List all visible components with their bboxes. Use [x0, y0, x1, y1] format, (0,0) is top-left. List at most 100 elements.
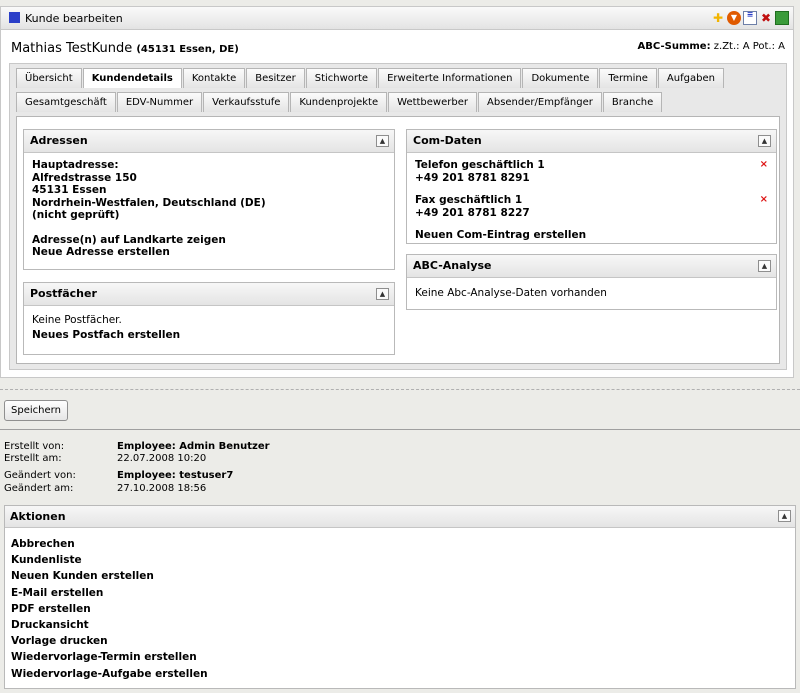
address-label: Hauptadresse:: [32, 159, 119, 171]
tab-area: Übersicht Kundendetails Kontakte Besitze…: [9, 63, 787, 370]
com-daten-body: Telefon geschäftlich 1 +49 201 8781 8291…: [407, 153, 776, 248]
tab-row-2: Gesamtgeschäft EDV-Nummer Verkaufsstufe …: [16, 92, 663, 112]
com-entry-label: Fax geschäftlich 1: [415, 194, 523, 206]
abc-analyse-body: Keine Abc-Analyse-Daten vorhanden: [407, 278, 776, 306]
new-com-entry-link[interactable]: Neuen Com-Eintrag erstellen: [415, 229, 768, 242]
list-icon[interactable]: ≡: [743, 11, 757, 25]
collapse-icon[interactable]: ▲: [758, 135, 771, 147]
tab-uebersicht[interactable]: Übersicht: [16, 68, 82, 88]
created-by-label: Erstellt von:: [4, 441, 65, 452]
com-daten-box: Com-Daten ▲ Telefon geschäftlich 1 +49 2…: [406, 129, 777, 244]
tab-absender-empfaenger[interactable]: Absender/Empfänger: [478, 92, 602, 112]
tab-gesamtgeschaeft[interactable]: Gesamtgeschäft: [16, 92, 116, 112]
abc-summary-value: z.Zt.: A Pot.: A: [713, 41, 785, 52]
tab-edv-nummer[interactable]: EDV-Nummer: [116, 92, 203, 112]
com-entry: Fax geschäftlich 1 +49 201 8781 8227 ×: [415, 194, 768, 219]
abc-analyse-box: ABC-Analyse ▲ Keine Abc-Analyse-Daten vo…: [406, 254, 777, 310]
window-title: Kunde bearbeiten: [25, 12, 123, 25]
window-icon: [9, 12, 20, 23]
dropdown-icon[interactable]: ▼: [727, 11, 741, 25]
changed-by-label: Geändert von:: [4, 470, 76, 481]
address-city: 45131 Essen: [32, 184, 107, 196]
new-postfach-link[interactable]: Neues Postfach erstellen: [32, 329, 386, 342]
com-daten-header: Com-Daten ▲: [407, 130, 776, 153]
aktionen-header: Aktionen ▲: [5, 506, 795, 528]
action-vorlage-drucken[interactable]: Vorlage drucken: [11, 633, 208, 649]
created-at: 22.07.2008 10:20: [117, 453, 207, 464]
postfaecher-body: Keine Postfächer. Neues Postfach erstell…: [24, 306, 394, 347]
action-druckansicht[interactable]: Druckansicht: [11, 617, 208, 633]
aktionen-title: Aktionen: [10, 510, 66, 523]
tab-kundendetails[interactable]: Kundendetails: [82, 68, 182, 88]
close-icon[interactable]: ✖: [759, 11, 773, 25]
abc-analyse-header: ABC-Analyse ▲: [407, 255, 776, 278]
tab-verkaufsstufe[interactable]: Verkaufsstufe: [203, 92, 290, 112]
adressen-box: Adressen ▲ Hauptadresse: Alfredstrasse 1…: [23, 129, 395, 270]
aktionen-list: Abbrechen Kundenliste Neuen Kunden erste…: [11, 536, 208, 682]
separator: [0, 389, 800, 390]
action-pdf-erstellen[interactable]: PDF erstellen: [11, 601, 208, 617]
created-at-label: Erstellt am:: [4, 453, 62, 464]
tab-wettbewerber[interactable]: Wettbewerber: [388, 92, 477, 112]
com-entry: Telefon geschäftlich 1 +49 201 8781 8291…: [415, 159, 768, 184]
changed-by: Employee: testuser7: [117, 470, 234, 481]
address-region: Nordrhein-Westfalen, Deutschland (DE): [32, 196, 266, 209]
abc-analyse-title: ABC-Analyse: [413, 259, 492, 272]
tab-branche[interactable]: Branche: [602, 92, 663, 112]
delete-icon[interactable]: ×: [760, 194, 768, 207]
tab-dokumente[interactable]: Dokumente: [522, 68, 599, 88]
created-by: Employee: Admin Benutzer: [117, 441, 270, 452]
aktionen-box: Aktionen ▲ Abbrechen Kundenliste Neuen K…: [4, 505, 796, 689]
action-neuen-kunden-erstellen[interactable]: Neuen Kunden erstellen: [11, 568, 208, 584]
action-email-erstellen[interactable]: E-Mail erstellen: [11, 585, 208, 601]
com-entry-label: Telefon geschäftlich 1: [415, 159, 545, 171]
postfaecher-header: Postfächer ▲: [24, 283, 394, 306]
save-button[interactable]: Speichern: [4, 400, 68, 421]
com-daten-title: Com-Daten: [413, 134, 482, 147]
tab-kundenprojekte[interactable]: Kundenprojekte: [290, 92, 388, 112]
tab-content: Adressen ▲ Hauptadresse: Alfredstrasse 1…: [16, 116, 780, 364]
separator: [0, 429, 800, 430]
collapse-icon[interactable]: ▲: [376, 288, 389, 300]
abc-summary: ABC-Summe: z.Zt.: A Pot.: A: [638, 41, 785, 52]
tab-row-1: Übersicht Kundendetails Kontakte Besitze…: [16, 68, 725, 88]
action-wiedervorlage-aufgabe[interactable]: Wiedervorlage-Aufgabe erstellen: [11, 666, 208, 682]
action-abbrechen[interactable]: Abbrechen: [11, 536, 208, 552]
tab-stichworte[interactable]: Stichworte: [305, 68, 378, 88]
customer-name: Mathias TestKunde: [11, 41, 133, 56]
toolbar: ✚ ▼ ≡ ✖: [711, 11, 789, 25]
show-map-link[interactable]: Adresse(n) auf Landkarte zeigen: [32, 234, 386, 247]
collapse-icon[interactable]: ▲: [778, 510, 791, 522]
tab-erweiterte-informationen[interactable]: Erweiterte Informationen: [378, 68, 522, 88]
action-wiedervorlage-termin[interactable]: Wiedervorlage-Termin erstellen: [11, 649, 208, 665]
com-entry-value: +49 201 8781 8291: [415, 171, 530, 184]
customer-location: (45131 Essen, DE): [136, 44, 239, 55]
changed-at-label: Geändert am:: [4, 483, 74, 494]
com-entry-value: +49 201 8781 8227: [415, 206, 530, 219]
action-kundenliste[interactable]: Kundenliste: [11, 552, 208, 568]
customer-heading: Mathias TestKunde (45131 Essen, DE): [11, 41, 239, 56]
customer-panel: Mathias TestKunde (45131 Essen, DE) ABC-…: [0, 30, 794, 378]
postfaecher-title: Postfächer: [30, 287, 97, 300]
adressen-header: Adressen ▲: [24, 130, 394, 153]
adressen-body: Hauptadresse: Alfredstrasse 150 45131 Es…: [24, 153, 394, 265]
address-status: (nicht geprüft): [32, 209, 120, 221]
tab-aufgaben[interactable]: Aufgaben: [657, 68, 724, 88]
postfaecher-empty: Keine Postfächer.: [32, 314, 122, 326]
delete-icon[interactable]: ×: [760, 159, 768, 172]
adressen-title: Adressen: [30, 134, 88, 147]
changed-at: 27.10.2008 18:56: [117, 483, 207, 494]
collapse-icon[interactable]: ▲: [376, 135, 389, 147]
new-address-link[interactable]: Neue Adresse erstellen: [32, 246, 386, 259]
abc-analyse-empty: Keine Abc-Analyse-Daten vorhanden: [415, 287, 607, 299]
address-street: Alfredstrasse 150: [32, 171, 137, 184]
tab-termine[interactable]: Termine: [599, 68, 657, 88]
postfaecher-box: Postfächer ▲ Keine Postfächer. Neues Pos…: [23, 282, 395, 355]
collapse-icon[interactable]: ▲: [758, 260, 771, 272]
save-icon[interactable]: [775, 11, 789, 25]
add-icon[interactable]: ✚: [711, 11, 725, 25]
tab-kontakte[interactable]: Kontakte: [182, 68, 246, 88]
tab-besitzer[interactable]: Besitzer: [246, 68, 305, 88]
window-titlebar: Kunde bearbeiten ✚ ▼ ≡ ✖: [0, 6, 794, 30]
abc-summary-label: ABC-Summe:: [637, 41, 711, 52]
